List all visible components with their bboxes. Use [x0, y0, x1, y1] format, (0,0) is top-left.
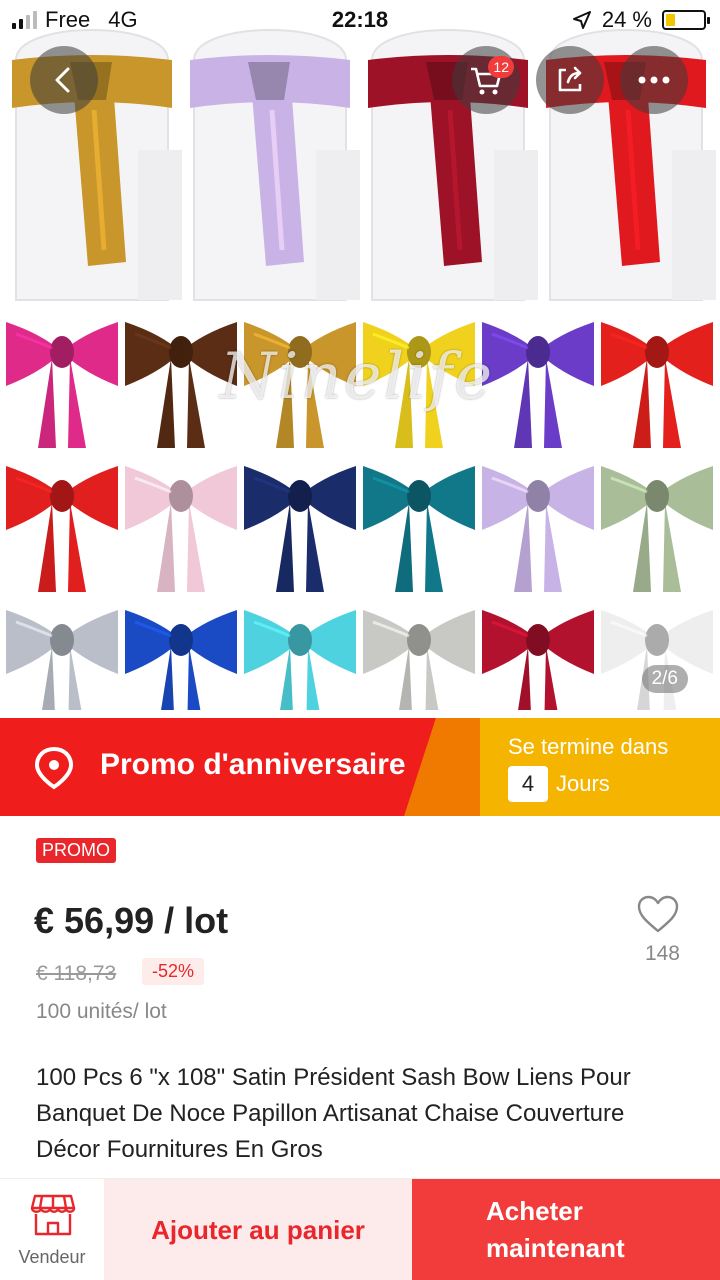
battery-icon [662, 10, 710, 30]
status-right: 24 % [572, 7, 710, 33]
share-button[interactable] [536, 46, 604, 114]
promo-countdown: 4 Jours [508, 766, 610, 802]
sash-bow [363, 610, 475, 710]
buy-now-button[interactable]: Acheter maintenant [412, 1179, 720, 1280]
sash-bow [6, 322, 118, 448]
chair-covers-image [12, 29, 716, 301]
sash-bow [125, 610, 237, 710]
vendor-label: Vendeur [18, 1247, 86, 1267]
cart-count-badge: 12 [488, 56, 514, 78]
units-per-lot: 100 unités/ lot [36, 1000, 167, 1023]
promo-ends-label: Se termine dans [508, 734, 669, 759]
bottom-action-bar: Vendeur Ajouter au panier Acheter mainte… [0, 1178, 720, 1280]
sash-bow [482, 466, 594, 592]
add-to-cart-button[interactable]: Ajouter au panier [104, 1179, 412, 1280]
image-watermark: Ninelife [220, 340, 495, 414]
sash-bow [125, 466, 237, 592]
add-to-cart-label: Ajouter au panier [151, 1214, 365, 1245]
battery-percent: 24 % [601, 7, 652, 32]
image-page-indicator: 2/6 [641, 665, 688, 693]
product-page: Ninelife 2/6 Free 4G 22:18 24 % 12 Promo… [0, 0, 720, 1280]
vendor-button[interactable]: Vendeur [0, 1179, 104, 1280]
sash-bow [601, 466, 713, 592]
wishlist-count: 148 [644, 942, 680, 965]
store-icon [30, 1194, 76, 1236]
product-title: 100 Pcs 6 "x 108" Satin Président Sash B… [36, 1064, 631, 1163]
promo-banner[interactable]: Promo d'anniversaire Se termine dans 4 J… [0, 718, 720, 816]
wishlist-button[interactable] [636, 894, 680, 939]
share-icon [558, 66, 582, 92]
battery-level [666, 14, 675, 26]
promo-badge: PROMO [36, 838, 117, 863]
status-bar: Free 4G 22:18 24 % [0, 0, 720, 40]
sash-bow [363, 466, 475, 592]
chair-with-sash [190, 29, 360, 301]
promo-days-unit: Jours [556, 771, 610, 796]
buy-now-label-line1: Acheter [486, 1196, 583, 1226]
discount-badge: -52% [142, 958, 205, 985]
heart-icon [637, 895, 679, 933]
product-price: € 56,99 / lot [34, 900, 229, 941]
product-image-gallery[interactable]: Ninelife 2/6 [0, 0, 720, 718]
sash-bow [6, 610, 118, 710]
back-button[interactable] [30, 46, 98, 114]
sash-bow [601, 610, 713, 710]
promo-days-value: 4 [508, 766, 548, 802]
more-options-button[interactable] [620, 46, 688, 114]
sash-bow [482, 610, 594, 710]
promo-title: Promo d'anniversaire [100, 748, 406, 781]
original-price: € 118,73 [36, 962, 117, 985]
buy-now-label: Acheter maintenant [486, 1193, 625, 1267]
sash-bow [6, 466, 118, 592]
more-dots-icon [638, 76, 670, 84]
location-arrow-icon [572, 11, 591, 29]
promo-location-pin-icon [34, 746, 74, 790]
sash-bow [244, 610, 356, 710]
sash-bow [482, 322, 594, 448]
cart-button[interactable]: 12 [452, 46, 520, 114]
buy-now-label-line2: maintenant [486, 1233, 625, 1263]
sash-bow [244, 466, 356, 592]
back-arrow-icon [55, 67, 70, 93]
sash-bow [601, 322, 713, 448]
